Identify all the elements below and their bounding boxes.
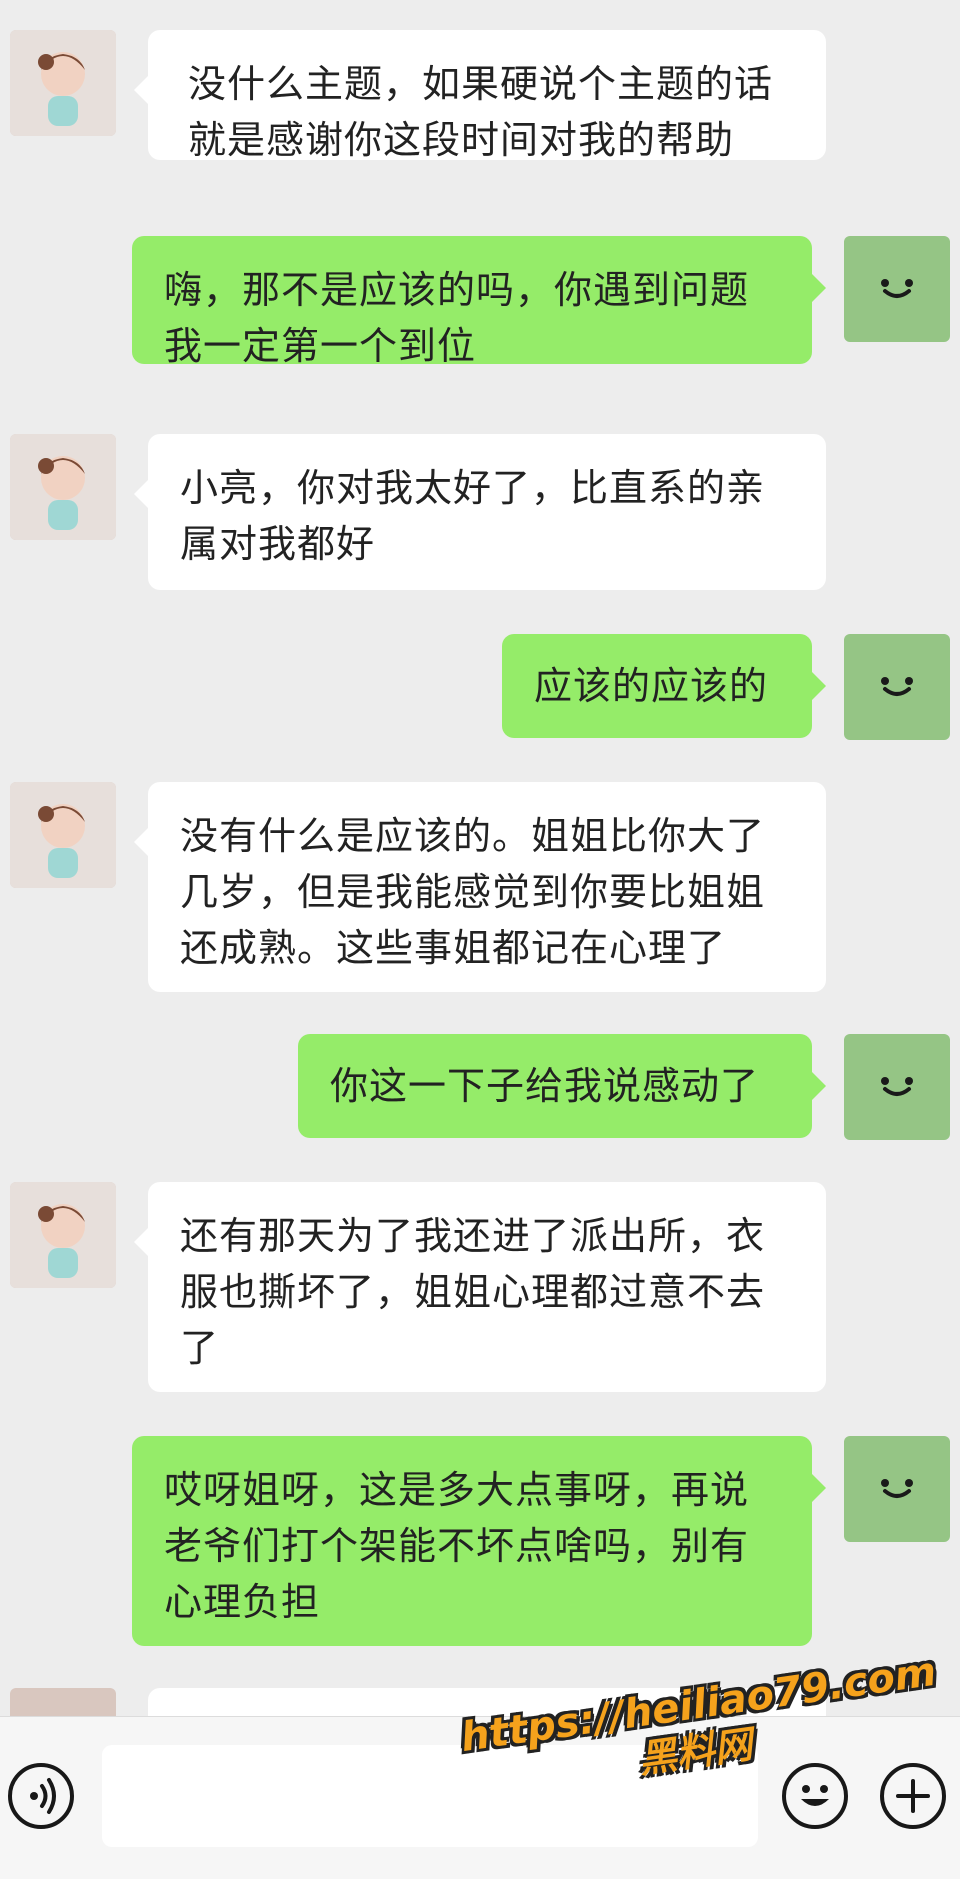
avatar-me[interactable] (844, 1436, 950, 1542)
smiley-avatar-icon (881, 279, 913, 298)
smiley-avatar-icon (881, 1077, 913, 1096)
avatar-girl[interactable] (10, 434, 116, 540)
message-bubble-received[interactable]: 没有什么是应该的。姐姐比你大了几岁，但是我能感觉到你要比姐姐还成熟。这些事姐都记… (134, 782, 826, 992)
chat-message-list[interactable]: 没什么主题，如果硬说个主题的话就是感谢你这段时间对我的帮助 嗨，那不是应该的吗，… (0, 0, 960, 1716)
avatar-me[interactable] (844, 634, 950, 740)
message-bubble-received[interactable]: 没什么主题，如果硬说个主题的话就是感谢你这段时间对我的帮助 (134, 30, 826, 162)
girl-avatar-icon (10, 434, 116, 540)
plus-icon (896, 1779, 930, 1813)
message-bubble-sent[interactable]: 嗨，那不是应该的吗，你遇到问题我一定第一个到位 (132, 236, 826, 368)
girl-avatar-icon (10, 1182, 116, 1288)
avatar-girl[interactable] (10, 1688, 116, 1716)
message-bubble-sent[interactable]: 你这一下子给我说感动了 (298, 1034, 826, 1138)
message-bubble-sent[interactable]: 哎呀姐呀，这是多大点事呀，再说老爷们打个架能不坏点啥吗，别有心理负担 (132, 1436, 826, 1646)
girl-avatar-icon (10, 782, 116, 888)
avatar-girl[interactable] (10, 782, 116, 888)
voice-icon (30, 1778, 56, 1814)
plus-button[interactable] (880, 1763, 946, 1829)
avatar-girl[interactable] (10, 30, 116, 136)
girl-avatar-icon (10, 30, 116, 136)
avatar-me[interactable] (844, 236, 950, 342)
voice-button[interactable] (8, 1763, 74, 1829)
emoji-button[interactable] (782, 1763, 848, 1829)
emoji-icon (801, 1785, 829, 1806)
message-bubble-received[interactable]: 还有那天为了我还进了派出所，衣服也撕坏了，姐姐心理都过意不去了 (134, 1182, 826, 1392)
avatar-me[interactable] (844, 1034, 950, 1140)
avatar-girl[interactable] (10, 1182, 116, 1288)
smiley-avatar-icon (881, 1479, 913, 1498)
message-bubble-received[interactable]: 小亮，你对我太好了，比直系的亲属对我都好 (134, 434, 826, 590)
message-bubble-sent[interactable]: 应该的应该的 (502, 634, 826, 738)
smiley-avatar-icon (881, 677, 913, 696)
